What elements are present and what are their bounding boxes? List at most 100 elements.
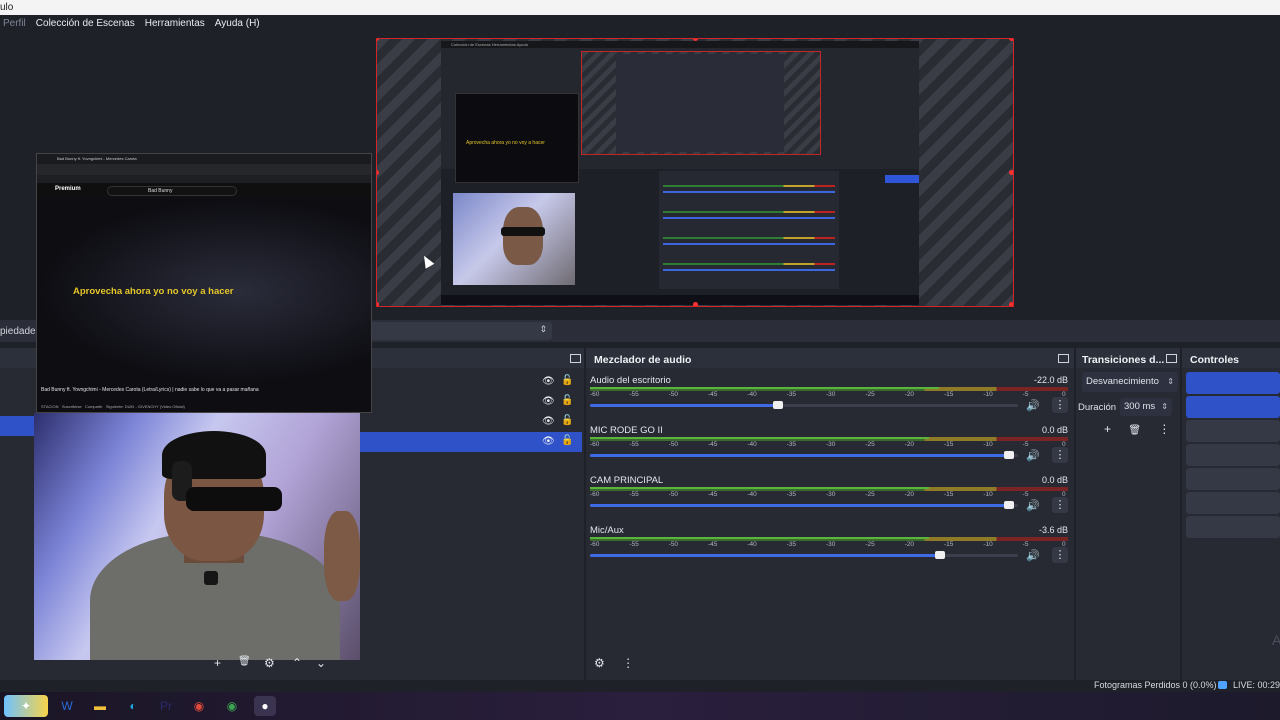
sources-toolbar: + 🗑 ⚙ ⌃ ⌄ bbox=[0, 656, 584, 674]
kebab-menu-icon[interactable]: ⋮ bbox=[622, 656, 634, 670]
gear-icon[interactable]: ⚙ bbox=[264, 656, 275, 670]
window-title: ulo bbox=[0, 2, 14, 13]
lock-icon[interactable]: 🔓 bbox=[561, 435, 573, 446]
volume-slider[interactable] bbox=[590, 451, 1018, 459]
eye-icon[interactable]: 👁 bbox=[542, 436, 555, 447]
lock-icon[interactable]: 🔓 bbox=[561, 395, 573, 406]
control-button[interactable] bbox=[1186, 396, 1280, 418]
speaker-icon[interactable]: 🔊 bbox=[1026, 499, 1040, 512]
edge-icon[interactable]: ◐ bbox=[122, 696, 144, 716]
volume-slider[interactable] bbox=[590, 551, 1018, 559]
lock-icon[interactable]: 🔓 bbox=[561, 375, 573, 386]
spinner-icon[interactable]: ⇕ bbox=[1161, 398, 1168, 416]
eye-icon[interactable]: 👁 bbox=[542, 376, 555, 387]
transitions-toolbar: + 🗑 ⋮ bbox=[1104, 422, 1170, 436]
volume-slider[interactable] bbox=[590, 401, 1018, 409]
properties-label: piedades bbox=[0, 326, 41, 337]
slider-knob[interactable] bbox=[772, 401, 783, 409]
obs-icon[interactable]: ● bbox=[254, 696, 276, 716]
kebab-menu-icon[interactable]: ⋮ bbox=[1052, 497, 1068, 513]
speaker-icon[interactable]: 🔊 bbox=[1026, 549, 1040, 562]
scale-tick: -10 bbox=[983, 391, 993, 398]
popout-icon[interactable] bbox=[570, 354, 581, 363]
gear-icon[interactable]: ⚙ bbox=[594, 656, 605, 670]
control-button[interactable] bbox=[1186, 420, 1280, 442]
inner-mixer bbox=[659, 171, 839, 289]
kebab-menu-icon[interactable]: ⋮ bbox=[1052, 397, 1068, 413]
menu-coleccion-escenas[interactable]: Colección de Escenas bbox=[36, 18, 135, 29]
scale-tick: -45 bbox=[708, 391, 718, 398]
resize-handle[interactable] bbox=[1009, 170, 1013, 175]
resize-handle[interactable] bbox=[377, 302, 379, 306]
scale-tick: -45 bbox=[708, 441, 718, 448]
scale-tick: -35 bbox=[786, 541, 797, 548]
edge-watermark-glyph: A bbox=[1272, 632, 1280, 648]
slider-knob[interactable] bbox=[935, 551, 946, 559]
widgets-icon[interactable]: ✦ bbox=[4, 695, 48, 717]
chrome-alt-icon[interactable]: ◉ bbox=[221, 696, 243, 716]
status-bar: Fotogramas Perdidos 0 (0.0%) LIVE: 00:29… bbox=[0, 680, 1280, 692]
kebab-menu-icon[interactable]: ⋮ bbox=[1158, 422, 1170, 436]
premiere-icon[interactable]: Pr bbox=[155, 696, 177, 716]
preview-canvas[interactable]: Colección de Escenas Herramientas Ayuda … bbox=[376, 38, 1014, 307]
volume-slider[interactable] bbox=[590, 501, 1018, 509]
resize-handle[interactable] bbox=[377, 170, 379, 175]
control-button[interactable] bbox=[1186, 468, 1280, 490]
add-icon[interactable]: + bbox=[214, 656, 221, 670]
speaker-icon[interactable]: 🔊 bbox=[1026, 449, 1040, 462]
inner-meter bbox=[663, 263, 835, 265]
source-row[interactable]: 👁 🔓 bbox=[360, 372, 582, 392]
chrome-icon[interactable]: ◉ bbox=[188, 696, 210, 716]
menu-ayuda[interactable]: Ayuda (H) bbox=[215, 18, 260, 29]
popout-icon[interactable] bbox=[1166, 354, 1177, 363]
resize-handle[interactable] bbox=[693, 302, 698, 306]
resize-handle[interactable] bbox=[1009, 302, 1013, 306]
scale-tick: -40 bbox=[747, 541, 757, 548]
source-row-selected[interactable]: 👁 🔓 bbox=[360, 432, 582, 452]
duration-field[interactable]: 300 ms ⇕ bbox=[1120, 398, 1172, 416]
inner-slider bbox=[663, 217, 835, 219]
meter-level bbox=[590, 437, 930, 439]
eye-icon[interactable]: 👁 bbox=[542, 396, 555, 407]
browser-url-bar bbox=[37, 164, 371, 175]
slider-knob[interactable] bbox=[1003, 451, 1014, 459]
menu-herramientas[interactable]: Herramientas bbox=[145, 18, 205, 29]
meter-scale: -60 -55 -50 -45 -40 -35 -30 -25 -20 -15 -10 -5 0 bbox=[590, 491, 1068, 499]
kebab-menu-icon[interactable]: ⋮ bbox=[1052, 447, 1068, 463]
chevron-up-icon[interactable]: ⌃ bbox=[292, 656, 302, 670]
source-row[interactable]: 👁 🔓 bbox=[360, 412, 582, 432]
control-button[interactable] bbox=[1186, 492, 1280, 514]
scale-tick: -5 bbox=[1022, 441, 1029, 448]
eye-icon[interactable]: 👁 bbox=[542, 416, 555, 427]
display-capture: Colección de Escenas Herramientas Ayuda … bbox=[441, 41, 919, 305]
scale-tick: -35 bbox=[786, 491, 797, 498]
explorer-icon[interactable]: ▬ bbox=[89, 696, 111, 716]
source-row[interactable]: 👁 🔓 bbox=[360, 392, 582, 412]
audio-channel: Mic/Aux -3.6 dB -60 -55 -50 -45 -40 -35 -30 -25 -2… bbox=[590, 525, 1068, 575]
trash-icon[interactable]: 🗑 bbox=[1128, 425, 1141, 436]
resize-handle[interactable] bbox=[1009, 39, 1013, 41]
scale-tick: -10 bbox=[983, 441, 993, 448]
meter-level bbox=[590, 387, 939, 389]
chevron-down-icon[interactable]: ⌄ bbox=[316, 656, 326, 670]
scale-tick: -55 bbox=[629, 541, 639, 548]
scale-tick: -35 bbox=[786, 391, 797, 398]
menu-perfil[interactable]: Perfil bbox=[3, 18, 26, 29]
speaker-icon[interactable]: 🔊 bbox=[1026, 399, 1040, 412]
lock-icon[interactable]: 🔓 bbox=[561, 415, 573, 426]
properties-select[interactable]: ⇕ bbox=[360, 322, 552, 340]
channel-name: STACION bbox=[41, 404, 59, 409]
source-row-selected-left[interactable] bbox=[0, 416, 34, 436]
slider-knob[interactable] bbox=[1003, 501, 1014, 509]
control-button[interactable] bbox=[1186, 372, 1280, 394]
add-icon[interactable]: + bbox=[1104, 422, 1111, 436]
kebab-menu-icon[interactable]: ⋮ bbox=[1052, 547, 1068, 563]
trash-icon[interactable]: 🗑 bbox=[238, 656, 251, 667]
popout-icon[interactable] bbox=[1058, 354, 1069, 363]
control-button[interactable] bbox=[1186, 444, 1280, 466]
transition-select[interactable]: Desvanecimiento ⇕ bbox=[1082, 372, 1178, 392]
word-icon[interactable]: W bbox=[56, 696, 78, 716]
video-subtitle: Aprovecha ahora yo no voy a hacer bbox=[73, 286, 234, 297]
resize-handle[interactable] bbox=[377, 39, 379, 41]
control-button[interactable] bbox=[1186, 516, 1280, 538]
